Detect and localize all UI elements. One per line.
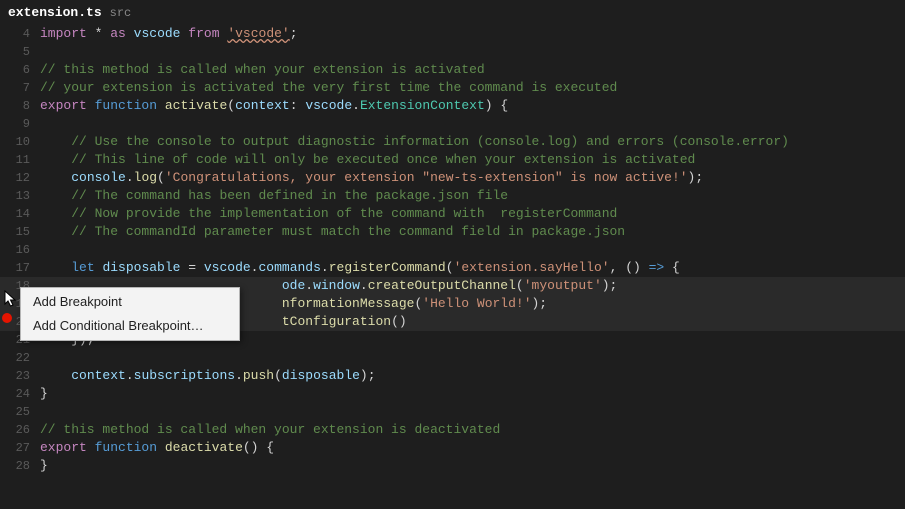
code-line[interactable]: 11 // This line of code will only be exe… [0, 151, 905, 169]
line-number[interactable]: 17 [0, 259, 40, 277]
line-number[interactable]: 11 [0, 151, 40, 169]
code-content[interactable]: console.log('Congratulations, your exten… [40, 169, 905, 187]
code-line[interactable]: 17 let disposable = vscode.commands.regi… [0, 259, 905, 277]
line-number[interactable]: 10 [0, 133, 40, 151]
editor-tab-bar: extension.ts src [0, 0, 905, 25]
menu-item-add-breakpoint[interactable]: Add Breakpoint [21, 290, 239, 314]
code-content[interactable]: context.subscriptions.push(disposable); [40, 367, 905, 385]
code-content[interactable]: } [40, 385, 905, 403]
code-content[interactable]: // this method is called when your exten… [40, 61, 905, 79]
tab-subpath: src [110, 6, 132, 20]
code-content[interactable]: let disposable = vscode.commands.registe… [40, 259, 905, 277]
code-line[interactable]: 26// this method is called when your ext… [0, 421, 905, 439]
line-number[interactable]: 7 [0, 79, 40, 97]
code-content[interactable]: } [40, 457, 905, 475]
code-line[interactable]: 12 console.log('Congratulations, your ex… [0, 169, 905, 187]
line-number[interactable]: 4 [0, 25, 40, 43]
code-line[interactable]: 22 [0, 349, 905, 367]
line-number[interactable]: 9 [0, 115, 40, 133]
line-number[interactable]: 12 [0, 169, 40, 187]
line-number[interactable]: 22 [0, 349, 40, 367]
code-line[interactable]: 8export function activate(context: vscod… [0, 97, 905, 115]
code-content[interactable] [40, 115, 905, 133]
code-content[interactable] [40, 241, 905, 259]
code-line[interactable]: 13 // The command has been defined in th… [0, 187, 905, 205]
code-line[interactable]: 9 [0, 115, 905, 133]
code-line[interactable]: 14 // Now provide the implementation of … [0, 205, 905, 223]
code-content[interactable]: // Now provide the implementation of the… [40, 205, 905, 223]
code-content[interactable]: export function activate(context: vscode… [40, 97, 905, 115]
line-number[interactable]: 26 [0, 421, 40, 439]
line-number[interactable]: 13 [0, 187, 40, 205]
code-line[interactable]: 10 // Use the console to output diagnost… [0, 133, 905, 151]
menu-item-add-conditional-breakpoint[interactable]: Add Conditional Breakpoint… [21, 314, 239, 338]
line-number[interactable]: 8 [0, 97, 40, 115]
code-content[interactable]: // Use the console to output diagnostic … [40, 133, 905, 151]
line-number[interactable]: 28 [0, 457, 40, 475]
code-line[interactable]: 7// your extension is activated the very… [0, 79, 905, 97]
code-content[interactable]: // this method is called when your exten… [40, 421, 905, 439]
line-number[interactable]: 14 [0, 205, 40, 223]
code-line[interactable]: 15 // The commandId parameter must match… [0, 223, 905, 241]
line-number[interactable]: 15 [0, 223, 40, 241]
code-line[interactable]: 25 [0, 403, 905, 421]
code-editor[interactable]: 4import * as vscode from 'vscode';56// t… [0, 25, 905, 475]
line-number[interactable]: 27 [0, 439, 40, 457]
code-line[interactable]: 6// this method is called when your exte… [0, 61, 905, 79]
code-content[interactable]: // The command has been defined in the p… [40, 187, 905, 205]
code-content[interactable]: // This line of code will only be execut… [40, 151, 905, 169]
line-number[interactable]: 25 [0, 403, 40, 421]
line-number[interactable]: 6 [0, 61, 40, 79]
code-content[interactable]: // The commandId parameter must match th… [40, 223, 905, 241]
code-line[interactable]: 27export function deactivate() { [0, 439, 905, 457]
code-content[interactable]: // your extension is activated the very … [40, 79, 905, 97]
line-number[interactable]: 23 [0, 367, 40, 385]
gutter-context-menu: Add Breakpoint Add Conditional Breakpoin… [20, 287, 240, 341]
code-content[interactable]: export function deactivate() { [40, 439, 905, 457]
code-content[interactable]: import * as vscode from 'vscode'; [40, 25, 905, 43]
code-content[interactable] [40, 349, 905, 367]
line-number[interactable]: 24 [0, 385, 40, 403]
code-line[interactable]: 28} [0, 457, 905, 475]
code-line[interactable]: 23 context.subscriptions.push(disposable… [0, 367, 905, 385]
code-line[interactable]: 4import * as vscode from 'vscode'; [0, 25, 905, 43]
code-line[interactable]: 16 [0, 241, 905, 259]
code-line[interactable]: 5 [0, 43, 905, 61]
code-line[interactable]: 24} [0, 385, 905, 403]
code-content[interactable] [40, 403, 905, 421]
line-number[interactable]: 16 [0, 241, 40, 259]
code-content[interactable] [40, 43, 905, 61]
tab-title[interactable]: extension.ts [8, 5, 102, 20]
line-number[interactable]: 5 [0, 43, 40, 61]
breakpoint-indicator[interactable] [2, 313, 12, 323]
